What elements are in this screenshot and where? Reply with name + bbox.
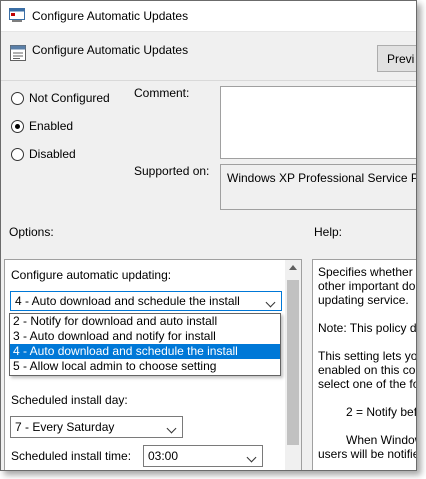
chevron-down-icon[interactable]: [246, 452, 257, 463]
options-scrollbar[interactable]: [285, 260, 301, 470]
chevron-down-icon[interactable]: [166, 423, 177, 434]
supported-on-label: Supported on:: [134, 164, 210, 178]
chevron-down-icon[interactable]: [265, 297, 276, 308]
window-title: Configure Automatic Updates: [32, 9, 189, 23]
previous-setting-button[interactable]: Previ: [377, 45, 416, 72]
help-line: other important do: [318, 279, 416, 293]
help-paragraph: This setting lets you enabled on this co…: [318, 349, 417, 391]
radio-circle-checked[interactable]: [11, 119, 24, 133]
install-time-select[interactable]: 03:00: [143, 445, 263, 467]
title-bar[interactable]: Configure Automatic Updates: [1, 1, 416, 32]
dropdown-option-selected[interactable]: 4 - Auto download and schedule the insta…: [10, 344, 280, 359]
install-day-select[interactable]: 7 - Every Saturday: [10, 416, 183, 438]
help-paragraph: When Window: [318, 433, 417, 447]
scroll-thumb[interactable]: [287, 280, 299, 445]
help-line: 2 = Notify befo: [346, 405, 417, 419]
help-section-label: Help:: [314, 225, 343, 239]
comment-label: Comment:: [134, 86, 190, 100]
setting-title: Configure Automatic Updates: [32, 43, 189, 57]
help-line: Specifies whether t: [318, 265, 417, 279]
policy-setting-icon: [9, 8, 25, 22]
help-paragraph: 2 = Notify befo: [318, 405, 417, 419]
configure-updating-label: Configure automatic updating:: [11, 268, 172, 282]
help-line: select one of the fo: [318, 377, 417, 391]
disabled-radio[interactable]: Disabled: [11, 145, 76, 163]
help-line: Note: This policy do: [318, 321, 417, 335]
install-time-value: 03:00: [148, 449, 179, 463]
settings-document-icon: [10, 45, 26, 61]
help-line: users will be notifie: [318, 447, 417, 461]
configure-updating-value: 4 - Auto download and schedule the insta…: [15, 294, 240, 308]
dropdown-option[interactable]: 3 - Auto download and notify for install: [10, 329, 280, 344]
radio-circle[interactable]: [11, 91, 24, 105]
supported-on-field: Windows XP Professional Service Pac: [220, 164, 416, 210]
help-paragraph: Note: This policy do: [318, 321, 417, 335]
help-line: enabled on this com: [318, 363, 417, 377]
header-divider: [1, 80, 416, 81]
dropdown-option[interactable]: 5 - Allow local admin to choose setting: [10, 359, 280, 374]
scroll-up-arrow-icon[interactable]: [289, 265, 297, 270]
not-configured-radio[interactable]: Not Configured: [11, 89, 110, 107]
options-section-label: Options:: [9, 225, 54, 239]
enabled-radio[interactable]: Enabled: [11, 117, 73, 135]
install-day-value: 7 - Every Saturday: [15, 420, 115, 434]
help-text-panel: Specifies whether t other important do u…: [312, 259, 417, 470]
comment-textarea[interactable]: [220, 86, 416, 159]
dropdown-option[interactable]: 2 - Notify for download and auto install: [10, 314, 280, 329]
enabled-label: Enabled: [29, 119, 74, 133]
help-line: This setting lets you: [318, 349, 417, 363]
configure-updating-dropdown-list[interactable]: 2 - Notify for download and auto install…: [9, 313, 281, 376]
help-paragraph: Specifies whether t other important do u…: [318, 265, 417, 307]
install-day-label: Scheduled install day:: [11, 393, 128, 407]
disabled-label: Disabled: [29, 147, 76, 161]
help-line: updating service.: [318, 293, 409, 307]
configure-updating-select[interactable]: 4 - Auto download and schedule the insta…: [10, 291, 282, 311]
install-time-label: Scheduled install time:: [11, 449, 132, 463]
not-configured-label: Not Configured: [29, 91, 110, 105]
help-paragraph: users will be notifie: [318, 447, 417, 461]
help-line: When Window: [346, 433, 417, 447]
policy-editor-window: Configure Automatic Updates Configure Au…: [0, 0, 417, 471]
radio-circle[interactable]: [11, 147, 24, 161]
